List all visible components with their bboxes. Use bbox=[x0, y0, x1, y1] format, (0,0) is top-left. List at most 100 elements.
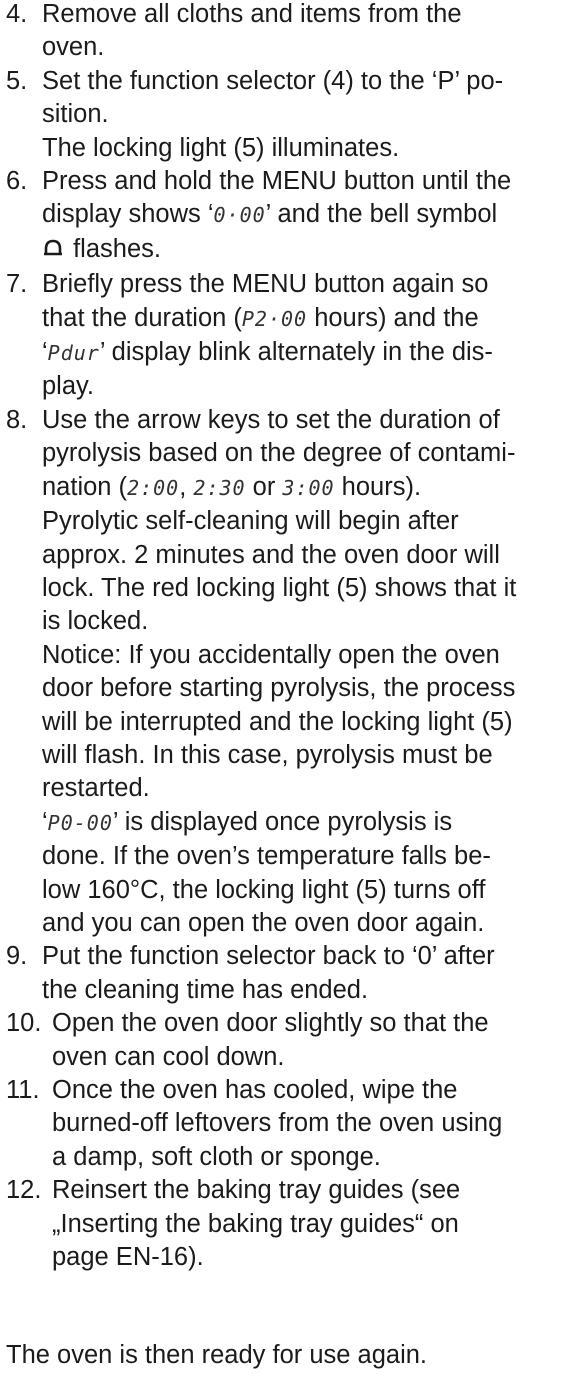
step-text: restarted. bbox=[42, 774, 150, 803]
step-text: hours). bbox=[334, 472, 422, 501]
step-text: display shows ‘ bbox=[42, 200, 214, 229]
step-number: 9. bbox=[6, 942, 28, 971]
step-text: Notice: If you accidentally open the ove… bbox=[42, 640, 500, 669]
step-line: The locking light (5) illuminates. bbox=[42, 132, 584, 165]
step-text: Pyrolytic self-cleaning will begin after bbox=[42, 507, 459, 536]
step-line: Pyrolytic self-cleaning will begin after bbox=[42, 505, 584, 538]
step-text: ’ display blink alternately in the dis- bbox=[99, 338, 493, 367]
display-readout: P0-00 bbox=[47, 810, 113, 835]
manual-page: 4. Remove all cloths and items from the ov… bbox=[0, 0, 587, 1374]
step-text: burned-off leftovers from the oven using bbox=[52, 1109, 503, 1138]
step-line: Remove all cloths and items from the bbox=[42, 0, 584, 31]
step-line: flashes. bbox=[42, 233, 584, 268]
step-item: 7. Briefly press the MENU button again so… bbox=[6, 268, 584, 404]
step-line: ‘Pdur’ display blink alternately in the … bbox=[42, 336, 584, 370]
step-item: 11. Once the oven has cooled, wipe the bur… bbox=[6, 1074, 584, 1174]
step-number: 5. bbox=[6, 66, 28, 95]
step-line: „Inserting the baking tray guides“ on bbox=[52, 1208, 584, 1241]
closing-note: The oven is then ready for use again. bbox=[6, 1341, 428, 1369]
step-text: ’ is displayed once pyrolysis is bbox=[112, 807, 453, 836]
step-line: sition. bbox=[42, 98, 584, 131]
step-line: Use the arrow keys to set the duration o… bbox=[42, 404, 584, 437]
display-readout: 2:30 bbox=[193, 475, 246, 500]
step-text: or bbox=[245, 472, 283, 501]
step-text: sition. bbox=[42, 100, 109, 129]
step-text: flashes. bbox=[66, 234, 161, 263]
step-line: page EN-16). bbox=[52, 1241, 584, 1274]
step-line: that the duration (P2·00 hours) and the bbox=[42, 302, 584, 336]
step-line: pyrolysis based on the degree of contami… bbox=[42, 437, 584, 470]
step-text: Remove all cloths and items from the bbox=[42, 0, 462, 28]
step-item: 4. Remove all cloths and items from the ov… bbox=[6, 0, 584, 65]
step-text: low 160°C, the locking light (5) turns o… bbox=[42, 875, 486, 904]
step-line: Notice: If you accidentally open the ove… bbox=[42, 639, 584, 672]
step-text: that the duration ( bbox=[42, 303, 242, 332]
step-text: door before starting pyrolysis, the proc… bbox=[42, 674, 516, 703]
step-text: Once the oven has cooled, wipe the bbox=[52, 1076, 458, 1104]
step-line: Open the oven door slightly so that the bbox=[52, 1007, 584, 1040]
step-line: done. If the oven’s temperature falls be… bbox=[42, 840, 584, 873]
step-item: 6. Press and hold the MENU button until t… bbox=[6, 165, 584, 268]
step-text: , bbox=[179, 472, 194, 501]
step-text: and you can open the oven door again. bbox=[42, 908, 485, 937]
step-text: oven can cool down. bbox=[52, 1042, 285, 1071]
step-item: 5. Set the function selector (4) to the ‘… bbox=[6, 65, 584, 165]
step-line: Briefly press the MENU button again so bbox=[42, 268, 584, 301]
step-line: lock. The red locking light (5) shows th… bbox=[42, 572, 584, 605]
step-text: is locked. bbox=[42, 607, 149, 636]
step-text: the cleaning time has ended. bbox=[42, 975, 369, 1004]
display-readout: P2·00 bbox=[241, 306, 308, 331]
step-text: Press and hold the MENU button until the bbox=[42, 167, 512, 196]
step-text: oven. bbox=[42, 33, 105, 62]
step-item: 8. Use the arrow keys to set the duration… bbox=[6, 404, 584, 941]
step-line: nation (2:00, 2:30 or 3:00 hours). bbox=[42, 471, 584, 505]
step-text: Briefly press the MENU button again so bbox=[42, 270, 489, 299]
step-number: 8. bbox=[6, 405, 28, 434]
step-line: Press and hold the MENU button until the bbox=[42, 165, 584, 198]
step-line: play. bbox=[42, 370, 584, 403]
step-number: 6. bbox=[6, 167, 28, 196]
step-line: oven. bbox=[42, 31, 584, 64]
step-text: will be interrupted and the locking ligh… bbox=[42, 707, 513, 736]
step-text: hours) and the bbox=[307, 303, 479, 332]
step-text: pyrolysis based on the degree of contami… bbox=[42, 439, 516, 468]
step-line: and you can open the oven door again. bbox=[42, 907, 584, 940]
step-line: will be interrupted and the locking ligh… bbox=[42, 706, 584, 739]
display-readout: 3:00 bbox=[282, 475, 335, 500]
step-line: oven can cool down. bbox=[52, 1041, 584, 1074]
step-item: 9. Put the function selector back to ‘0’ … bbox=[6, 940, 584, 1007]
step-line: a damp, soft cloth or sponge. bbox=[52, 1141, 584, 1174]
step-number: 11. bbox=[6, 1076, 40, 1104]
step-number: 12. bbox=[6, 1176, 42, 1205]
step-line: the cleaning time has ended. bbox=[42, 974, 584, 1007]
step-text: ’ and the bell symbol bbox=[265, 200, 498, 229]
step-text: Use the arrow keys to set the duration o… bbox=[42, 405, 500, 434]
display-readout: 2:00 bbox=[127, 475, 180, 500]
step-line: ‘P0-00’ is displayed once pyrolysis is bbox=[42, 806, 584, 840]
display-readout: Pdur bbox=[47, 341, 100, 366]
step-item: 10. Open the oven door slightly so that t… bbox=[6, 1007, 584, 1074]
step-line: approx. 2 minutes and the oven door will bbox=[42, 539, 584, 572]
step-line: will flash. In this case, pyrolysis must… bbox=[42, 739, 584, 772]
step-text: „Inserting the baking tray guides“ on bbox=[52, 1209, 459, 1238]
step-number: 10. bbox=[6, 1009, 42, 1038]
step-number: 7. bbox=[6, 270, 28, 299]
step-text: play. bbox=[42, 372, 94, 401]
step-text: nation ( bbox=[42, 472, 128, 501]
step-text: page EN-16). bbox=[52, 1243, 204, 1272]
step-line: low 160°C, the locking light (5) turns o… bbox=[42, 874, 584, 907]
step-text: Set the function selector (4) to the ‘P’… bbox=[42, 66, 504, 95]
step-text: a damp, soft cloth or sponge. bbox=[52, 1142, 381, 1171]
step-text: The locking light (5) illuminates. bbox=[42, 133, 400, 162]
step-line: is locked. bbox=[42, 605, 584, 638]
step-text: lock. The red locking light (5) shows th… bbox=[42, 573, 517, 602]
step-text: approx. 2 minutes and the oven door will bbox=[42, 540, 500, 569]
step-line: Reinsert the baking tray guides (see bbox=[52, 1174, 584, 1207]
step-line: burned-off leftovers from the oven using bbox=[52, 1107, 584, 1140]
step-line: Once the oven has cooled, wipe the bbox=[52, 1074, 584, 1107]
step-line: Set the function selector (4) to the ‘P’… bbox=[42, 65, 584, 98]
step-text: Open the oven door slightly so that the bbox=[52, 1009, 489, 1038]
step-line: display shows ‘0·00’ and the bell symbol bbox=[42, 198, 584, 232]
step-number: 4. bbox=[6, 0, 28, 28]
step-text: will flash. In this case, pyrolysis must… bbox=[42, 740, 493, 769]
